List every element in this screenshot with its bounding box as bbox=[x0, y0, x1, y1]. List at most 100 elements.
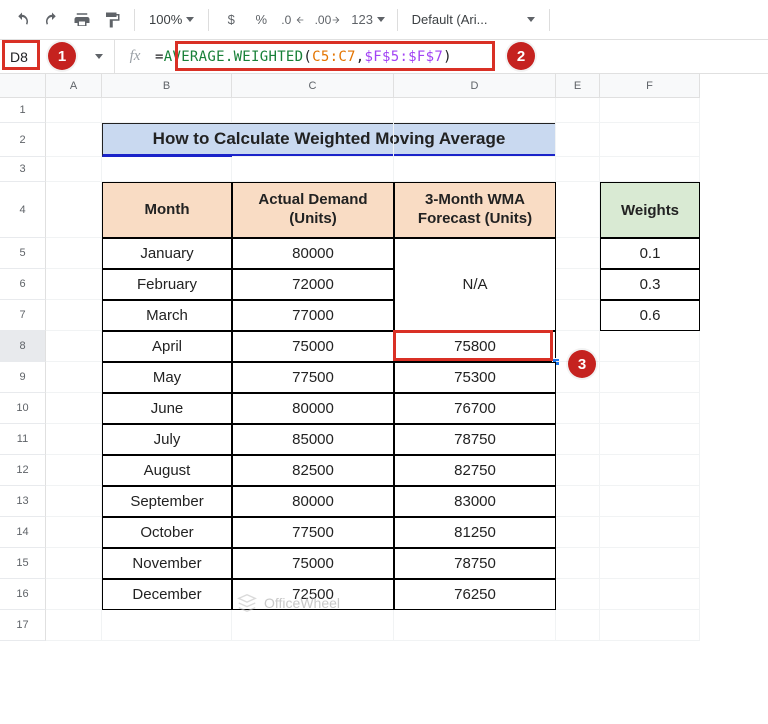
table-cell[interactable]: 77500 bbox=[232, 362, 394, 393]
table-cell[interactable]: August bbox=[102, 455, 232, 486]
cell[interactable] bbox=[46, 610, 102, 641]
table-header-weights[interactable]: Weights bbox=[600, 182, 700, 238]
cell[interactable] bbox=[102, 157, 232, 182]
cell[interactable] bbox=[102, 610, 232, 641]
table-cell[interactable]: 75000 bbox=[232, 548, 394, 579]
table-cell[interactable]: December bbox=[102, 579, 232, 610]
print-button[interactable] bbox=[68, 6, 96, 34]
cell[interactable] bbox=[600, 424, 700, 455]
row-header[interactable]: 1 bbox=[0, 98, 46, 123]
formula-input[interactable]: =AVERAGE.WEIGHTED(C5:C7,$F$5:$F$7) bbox=[155, 49, 452, 65]
cell[interactable] bbox=[556, 238, 600, 269]
cell[interactable] bbox=[556, 123, 600, 157]
table-cell[interactable]: May bbox=[102, 362, 232, 393]
cell[interactable] bbox=[600, 123, 700, 157]
cell[interactable] bbox=[556, 424, 600, 455]
cell[interactable]: How to Calculate Weighted Moving Average bbox=[102, 123, 232, 157]
row-header[interactable]: 4 bbox=[0, 182, 46, 238]
col-header[interactable]: D bbox=[394, 74, 556, 98]
table-cell[interactable]: 77500 bbox=[232, 517, 394, 548]
col-header[interactable]: C bbox=[232, 74, 394, 98]
row-header[interactable]: 14 bbox=[0, 517, 46, 548]
col-header[interactable]: F bbox=[600, 74, 700, 98]
row-header[interactable]: 6 bbox=[0, 269, 46, 300]
cell[interactable] bbox=[46, 424, 102, 455]
cell[interactable] bbox=[46, 182, 102, 238]
table-cell[interactable]: 76250 bbox=[394, 579, 556, 610]
increase-decimal-button[interactable]: .00 bbox=[311, 6, 346, 34]
row-header[interactable]: 5 bbox=[0, 238, 46, 269]
cell[interactable] bbox=[46, 331, 102, 362]
cell[interactable] bbox=[394, 157, 556, 182]
table-cell[interactable]: September bbox=[102, 486, 232, 517]
undo-button[interactable] bbox=[8, 6, 36, 34]
table-cell[interactable]: 75000 bbox=[232, 331, 394, 362]
table-cell[interactable]: 72000 bbox=[232, 269, 394, 300]
table-cell[interactable]: 80000 bbox=[232, 393, 394, 424]
row-header[interactable]: 13 bbox=[0, 486, 46, 517]
table-header-forecast[interactable]: 3-Month WMA Forecast (Units) bbox=[394, 182, 556, 238]
table-cell[interactable] bbox=[394, 238, 556, 269]
table-cell[interactable]: June bbox=[102, 393, 232, 424]
cell[interactable] bbox=[46, 123, 102, 157]
cell[interactable] bbox=[600, 517, 700, 548]
table-cell[interactable]: 82750 bbox=[394, 455, 556, 486]
cell[interactable] bbox=[600, 486, 700, 517]
cell[interactable] bbox=[46, 269, 102, 300]
cell[interactable] bbox=[232, 123, 394, 157]
cell[interactable] bbox=[600, 455, 700, 486]
cell[interactable] bbox=[556, 579, 600, 610]
row-header[interactable]: 3 bbox=[0, 157, 46, 182]
cell[interactable] bbox=[600, 98, 700, 123]
cell[interactable] bbox=[46, 486, 102, 517]
table-cell[interactable]: 75300 bbox=[394, 362, 556, 393]
cell[interactable] bbox=[556, 517, 600, 548]
font-dropdown[interactable]: Default (Ari... bbox=[406, 12, 541, 27]
table-cell[interactable]: April bbox=[102, 331, 232, 362]
table-cell[interactable]: 80000 bbox=[232, 486, 394, 517]
cell[interactable] bbox=[556, 157, 600, 182]
table-header-demand[interactable]: Actual Demand (Units) bbox=[232, 182, 394, 238]
cell[interactable] bbox=[600, 362, 700, 393]
table-cell[interactable]: July bbox=[102, 424, 232, 455]
row-header[interactable]: 7 bbox=[0, 300, 46, 331]
cell[interactable] bbox=[556, 393, 600, 424]
cell[interactable] bbox=[556, 300, 600, 331]
cell[interactable] bbox=[600, 331, 700, 362]
cell[interactable] bbox=[46, 579, 102, 610]
cell[interactable] bbox=[600, 579, 700, 610]
row-header[interactable]: 9 bbox=[0, 362, 46, 393]
table-cell[interactable]: February bbox=[102, 269, 232, 300]
cell[interactable] bbox=[556, 486, 600, 517]
table-cell[interactable]: October bbox=[102, 517, 232, 548]
table-cell[interactable]: 77000 bbox=[232, 300, 394, 331]
cell[interactable] bbox=[394, 98, 556, 123]
table-cell[interactable]: 82500 bbox=[232, 455, 394, 486]
table-cell[interactable]: 80000 bbox=[232, 238, 394, 269]
cell[interactable] bbox=[556, 548, 600, 579]
table-cell[interactable]: 72500 bbox=[232, 579, 394, 610]
cell[interactable] bbox=[46, 300, 102, 331]
cell[interactable] bbox=[232, 157, 394, 182]
cell[interactable] bbox=[556, 98, 600, 123]
cell[interactable] bbox=[556, 455, 600, 486]
cell[interactable] bbox=[232, 98, 394, 123]
more-formats-dropdown[interactable]: 123 bbox=[347, 6, 388, 34]
row-header[interactable]: 16 bbox=[0, 579, 46, 610]
selected-cell[interactable]: 75800 bbox=[394, 331, 556, 362]
cell[interactable] bbox=[394, 610, 556, 641]
row-header[interactable]: 11 bbox=[0, 424, 46, 455]
cell[interactable] bbox=[600, 548, 700, 579]
table-header-month[interactable]: Month bbox=[102, 182, 232, 238]
row-header[interactable]: 10 bbox=[0, 393, 46, 424]
cell[interactable] bbox=[46, 98, 102, 123]
table-cell[interactable]: 0.1 bbox=[600, 238, 700, 269]
decrease-decimal-button[interactable]: .0 bbox=[277, 6, 308, 34]
table-cell[interactable] bbox=[394, 300, 556, 331]
paint-format-button[interactable] bbox=[98, 6, 126, 34]
cell[interactable] bbox=[600, 393, 700, 424]
table-cell[interactable]: 85000 bbox=[232, 424, 394, 455]
table-cell[interactable]: 81250 bbox=[394, 517, 556, 548]
name-box[interactable]: D8 bbox=[0, 49, 52, 65]
zoom-dropdown[interactable]: 100% bbox=[143, 12, 200, 27]
